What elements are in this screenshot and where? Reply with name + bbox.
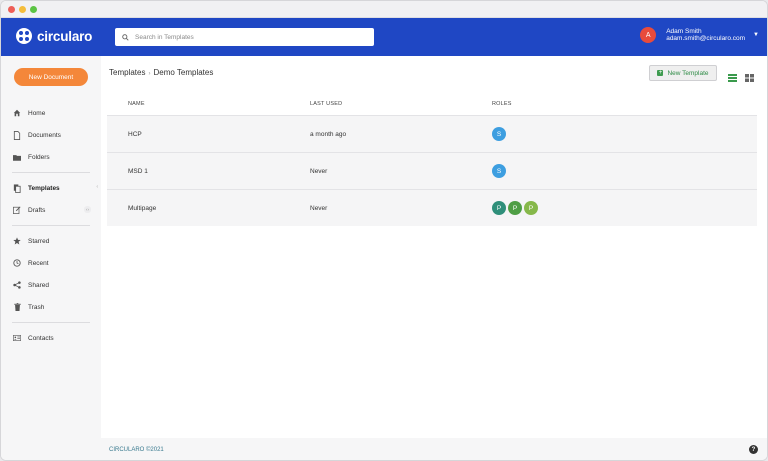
- template-name: Multipage: [128, 204, 157, 212]
- sidebar-item-label: Contacts: [28, 334, 54, 342]
- sidebar-item-label: Shared: [28, 281, 49, 289]
- role-badge: P: [508, 201, 522, 215]
- sidebar-item-folders[interactable]: Folders: [1, 146, 101, 168]
- table-row[interactable]: HCP a month ago S: [107, 115, 757, 152]
- chevron-left-icon[interactable]: ‹: [96, 184, 98, 190]
- clock-icon: [13, 259, 21, 267]
- template-name: MSD 1: [128, 167, 148, 175]
- top-bar: circularo A Adam Smith adam.smith@circul…: [1, 18, 767, 56]
- sidebar-item-contacts[interactable]: Contacts: [1, 327, 101, 349]
- app-window: circularo A Adam Smith adam.smith@circul…: [0, 0, 768, 461]
- sidebar-item-documents[interactable]: Documents: [1, 124, 101, 146]
- table-row[interactable]: MSD 1 Never S: [107, 152, 757, 189]
- document-icon: [13, 130, 21, 140]
- templates-table: NAME LAST USED ROLES HCP a month ago S M…: [107, 92, 757, 226]
- role-badge: P: [524, 201, 538, 215]
- home-icon: [13, 109, 21, 117]
- app-name: circularo: [37, 28, 93, 44]
- template-roles: S: [471, 164, 753, 178]
- sidebar-item-recent[interactable]: Recent: [1, 252, 101, 274]
- sidebar-nav: Home Documents Folders Templates ‹ Draft…: [1, 102, 101, 349]
- drafts-icon: [13, 206, 21, 214]
- contacts-icon: [13, 334, 21, 342]
- footer-copyright: CIRCULARO ©2021: [109, 447, 164, 453]
- table-header: NAME LAST USED ROLES: [107, 92, 757, 115]
- circularo-logo-icon: [16, 28, 32, 44]
- trash-icon: [13, 303, 21, 311]
- table-row[interactable]: Multipage Never P P P: [107, 189, 757, 226]
- user-email: adam.smith@circularo.com: [666, 35, 746, 42]
- sidebar-item-label: Documents: [28, 131, 61, 139]
- sidebar-item-label: Recent: [28, 259, 49, 267]
- sidebar-item-label: Drafts: [28, 206, 46, 214]
- plus-icon: +: [657, 70, 664, 76]
- user-menu[interactable]: A Adam Smith adam.smith@circularo.com ▼: [640, 27, 759, 43]
- search-box[interactable]: [115, 28, 374, 46]
- template-name: HCP: [128, 130, 142, 138]
- sidebar-item-trash[interactable]: Trash: [1, 296, 101, 318]
- app-logo[interactable]: circularo: [16, 28, 92, 44]
- list-view-icon[interactable]: [728, 69, 737, 87]
- user-avatar[interactable]: A: [640, 27, 657, 43]
- template-last-used: Never: [310, 204, 328, 212]
- footer: CIRCULARO ©2021 ?: [101, 438, 767, 460]
- sidebar-item-shared[interactable]: Shared: [1, 274, 101, 296]
- breadcrumb-current: Demo Templates: [153, 68, 214, 77]
- template-roles: P P P: [471, 201, 753, 215]
- sidebar-item-drafts[interactable]: Drafts ‹›: [1, 199, 101, 221]
- chevron-down-icon[interactable]: ▼: [753, 32, 759, 38]
- sidebar-item-label: Trash: [28, 303, 45, 311]
- templates-icon: [13, 183, 21, 193]
- user-info: Adam Smith adam.smith@circularo.com: [666, 28, 745, 43]
- sidebar-item-templates[interactable]: Templates ‹: [1, 177, 101, 199]
- column-header-name[interactable]: NAME: [107, 101, 289, 107]
- sidebar-item-label: Templates: [28, 184, 60, 192]
- close-window-button[interactable]: [8, 5, 15, 13]
- grid-view-icon[interactable]: [745, 69, 754, 87]
- search-icon: [122, 33, 129, 41]
- new-document-button[interactable]: New Document: [14, 68, 88, 86]
- sidebar-item-starred[interactable]: Starred: [1, 230, 101, 252]
- column-header-roles[interactable]: ROLES: [471, 101, 753, 107]
- help-icon[interactable]: ?: [749, 445, 758, 454]
- breadcrumb: Templates › Demo Templates: [109, 68, 213, 77]
- sidebar-item-label: Home: [28, 109, 46, 117]
- user-name: Adam Smith: [666, 27, 702, 35]
- new-template-label: New Template: [667, 69, 709, 77]
- template-last-used: Never: [310, 167, 328, 175]
- window-titlebar: [1, 1, 767, 18]
- sidebar-item-label: Folders: [28, 153, 50, 161]
- role-badge: P: [492, 201, 506, 215]
- breadcrumb-parent[interactable]: Templates: [109, 68, 145, 77]
- breadcrumb-separator-icon: ›: [148, 71, 151, 77]
- minimize-window-button[interactable]: [19, 5, 26, 13]
- main-content: Templates › Demo Templates + New Template …: [101, 56, 767, 438]
- sidebar-item-label: Starred: [28, 237, 50, 245]
- search-input[interactable]: [135, 33, 355, 41]
- template-roles: S: [471, 127, 753, 141]
- column-header-last-used[interactable]: LAST USED: [289, 101, 471, 107]
- new-template-button[interactable]: + New Template: [649, 65, 717, 81]
- sidebar-divider: [12, 322, 90, 323]
- share-icon: [13, 281, 21, 289]
- folder-icon: [13, 153, 21, 161]
- star-icon: [13, 237, 21, 245]
- sidebar-divider: [12, 172, 90, 173]
- sidebar-divider: [12, 225, 90, 226]
- template-last-used: a month ago: [310, 130, 347, 138]
- drafts-badge: ‹›: [84, 206, 91, 213]
- role-badge: S: [492, 164, 506, 178]
- sidebar-item-home[interactable]: Home: [1, 102, 101, 124]
- sidebar: New Document Home Documents Folders Temp…: [1, 56, 101, 460]
- maximize-window-button[interactable]: [30, 5, 37, 13]
- role-badge: S: [492, 127, 506, 141]
